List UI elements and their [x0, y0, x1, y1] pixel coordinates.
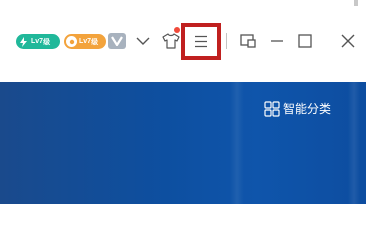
titlebar-divider	[226, 33, 227, 49]
smart-category-label: 智能分类	[283, 102, 332, 116]
chevron-down-icon[interactable]	[134, 32, 152, 50]
notification-dot	[174, 27, 180, 33]
shirt-icon[interactable]	[160, 31, 182, 51]
badge-level-suffix: 级	[91, 38, 99, 46]
minimize-icon[interactable]	[268, 32, 286, 50]
vip-icon[interactable]	[108, 33, 126, 49]
smart-category-button[interactable]: 智能分类	[264, 100, 331, 117]
grid-icon	[264, 100, 280, 117]
bolt-icon	[18, 36, 29, 47]
corner-mark	[354, 0, 358, 6]
level-badge-green[interactable]: Lv7 级	[16, 34, 60, 49]
main-menu-button[interactable]	[181, 23, 221, 60]
music-disc-icon	[66, 36, 77, 47]
badge-level-suffix: 级	[43, 38, 51, 46]
title-bar: Lv7 级 Lv7 级	[0, 0, 366, 82]
close-icon[interactable]	[338, 31, 358, 51]
badge-level-text: Lv7	[79, 38, 92, 45]
app-window: Lv7 级 Lv7 级 智能分类	[0, 0, 366, 204]
mini-window-icon[interactable]	[238, 32, 258, 50]
level-badge-orange[interactable]: Lv7 级	[64, 34, 106, 49]
maximize-icon[interactable]	[296, 32, 314, 50]
badge-level-text: Lv7	[31, 38, 44, 45]
hamburger-menu-icon	[194, 35, 208, 48]
